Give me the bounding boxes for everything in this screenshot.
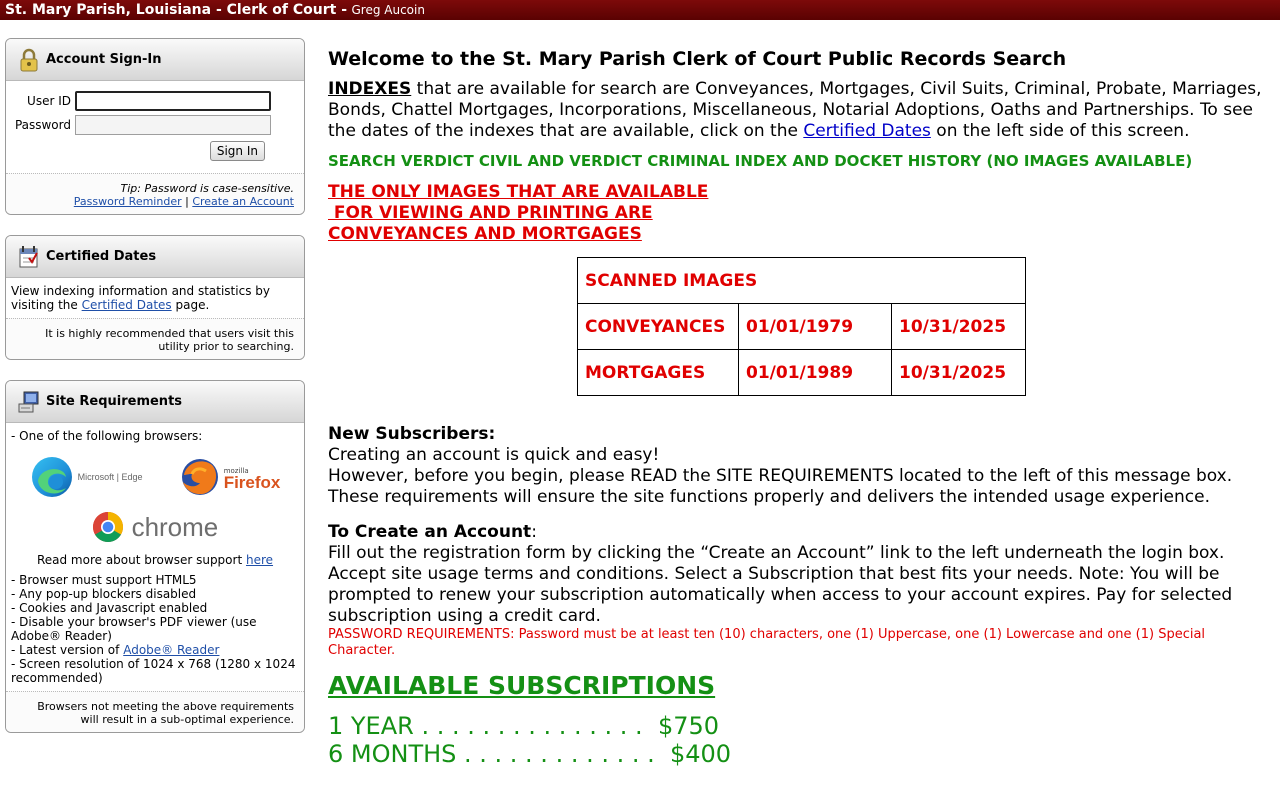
list-item: - Disable your browser's PDF viewer (use… [11, 615, 257, 643]
user-id-input[interactable] [75, 91, 271, 111]
list-item: - Cookies and Javascript enabled [11, 601, 208, 615]
list-item: - Latest version of Adobe® Reader [11, 643, 299, 657]
images-notice-line: THE ONLY IMAGES THAT ARE AVAILABLE [328, 182, 709, 202]
requirements-panel-body: - One of the following browsers: Microso [6, 423, 304, 691]
firefox-logo: mozilla Firefox [180, 457, 281, 497]
table-cell: 10/31/2025 [891, 349, 1026, 396]
password-tip: Tip: Password is case-sensitive. [120, 182, 294, 195]
chrome-label: chrome [131, 512, 219, 542]
browser-support-line: Read more about browser support here [11, 553, 299, 567]
certified-panel-body: View indexing information and statistics… [6, 278, 304, 318]
browser-support-here-link[interactable]: here [246, 553, 273, 567]
page-title: Welcome to the St. Mary Parish Clerk of … [328, 48, 1067, 70]
chrome-icon [92, 512, 123, 543]
certified-dates-panel: Certified Dates View indexing informatio… [5, 235, 305, 360]
table-header-row: SCANNED IMAGES [577, 257, 1026, 304]
sign-in-button[interactable]: Sign In [209, 141, 265, 161]
table-cell: CONVEYANCES [577, 303, 739, 350]
requirements-list: - Browser must support HTML5 - Any pop-u… [11, 573, 299, 685]
table-cell: 10/31/2025 [891, 303, 1026, 350]
table-cell: 01/01/1979 [738, 303, 892, 350]
indexes-paragraph: INDEXES that are available for search ar… [328, 79, 1273, 142]
verdict-notice: SEARCH VERDICT CIVIL AND VERDICT CRIMINA… [328, 152, 1193, 170]
calendar-icon [18, 245, 40, 269]
list-item: - Browser must support HTML5 [11, 573, 197, 587]
signin-button-wrap: Sign In [11, 141, 299, 167]
firefox-wordmark: mozilla Firefox [223, 465, 281, 492]
table-cell: 01/01/1989 [738, 349, 892, 396]
chrome-logo: chrome [11, 511, 299, 543]
browser-logos: Microsoft | Edge mozilla Firefox [11, 455, 299, 499]
browsers-intro: - One of the following browsers: [11, 429, 203, 443]
user-id-row: User ID [11, 89, 299, 113]
create-account-colon: : [531, 522, 537, 542]
adobe-reader-link[interactable]: Adobe® Reader [123, 643, 219, 657]
new-subscribers-heading: New Subscribers: [328, 424, 496, 444]
user-id-label: User ID [27, 94, 71, 108]
new-subscribers-line: Creating an account is quick and easy! [328, 445, 660, 465]
images-notice-line: FOR VIEWING AND PRINTING ARE [328, 203, 653, 223]
sidebar: Account Sign-In User ID Password Sign In… [5, 38, 305, 753]
certified-panel-title: Certified Dates [46, 249, 157, 264]
indexes-tail: on the left side of this screen. [930, 121, 1190, 141]
signin-form: User ID Password Sign In [6, 81, 304, 173]
requirements-panel-header: Site Requirements [6, 381, 304, 423]
scanned-images-table: SCANNED IMAGES CONVEYANCES 01/01/1979 10… [577, 257, 1026, 396]
create-account-text: Fill out the registration form by clicki… [328, 543, 1233, 626]
signin-panel-header: Account Sign-In [6, 39, 304, 81]
certified-text-after: page. [175, 298, 210, 312]
certified-panel-footer: It is highly recommended that users visi… [6, 318, 304, 359]
requirements-panel-title: Site Requirements [46, 394, 183, 409]
certified-dates-main-link[interactable]: Certified Dates [803, 121, 931, 141]
read-more-text: Read more about browser support [36, 553, 243, 567]
list-item: - Any pop-up blockers disabled [11, 587, 197, 601]
indexes-word: INDEXES [328, 79, 412, 99]
create-account-link[interactable]: Create an Account [192, 195, 294, 208]
firefox-label: Firefox [223, 472, 281, 492]
table-header: SCANNED IMAGES [577, 257, 1026, 304]
signin-panel-footer: Tip: Password is case-sensitive. Passwor… [6, 173, 304, 214]
create-account-heading-line: To Create an Account: [328, 522, 1273, 543]
requirements-panel-footer: Browsers not meeting the above requireme… [6, 691, 304, 732]
edge-logo: Microsoft | Edge [30, 455, 143, 499]
certified-panel-header: Certified Dates [6, 236, 304, 278]
table-cell: MORTGAGES [577, 349, 739, 396]
table-row: CONVEYANCES 01/01/1979 10/31/2025 [577, 303, 1026, 350]
password-reminder-link[interactable]: Password Reminder [74, 195, 182, 208]
password-input[interactable] [75, 115, 271, 135]
edge-label: Microsoft | Edge [77, 472, 143, 482]
subscription-price: 6 MONTHS . . . . . . . . . . . . . $400 [328, 740, 732, 768]
latest-version-text: - Latest version of [11, 643, 120, 657]
subscription-price: 1 YEAR . . . . . . . . . . . . . . . $75… [328, 712, 720, 740]
images-notice-line: CONVEYANCES AND MORTGAGES [328, 224, 642, 244]
edge-icon [31, 457, 72, 497]
padlock-icon [18, 48, 40, 72]
list-item: - Screen resolution of 1024 x 768 (1280 … [11, 657, 296, 685]
images-notice: THE ONLY IMAGES THAT ARE AVAILABLE FOR V… [328, 182, 1273, 245]
site-title: St. Mary Parish, Louisiana - Clerk of Co… [5, 2, 348, 18]
site-requirements-panel: Site Requirements - One of the following… [5, 380, 305, 733]
computer-icon [18, 390, 40, 414]
password-row: Password [11, 113, 299, 137]
table-row: MORTGAGES 01/01/1989 10/31/2025 [577, 349, 1026, 396]
certified-dates-link[interactable]: Certified Dates [82, 298, 172, 312]
firefox-icon [181, 459, 218, 495]
available-subscriptions-heading: AVAILABLE SUBSCRIPTIONS [328, 671, 716, 700]
signin-panel: Account Sign-In User ID Password Sign In… [5, 38, 305, 215]
clerk-name: Greg Aucoin [351, 3, 425, 17]
signin-panel-title: Account Sign-In [46, 52, 162, 67]
password-requirements: PASSWORD REQUIREMENTS: Password must be … [328, 627, 1206, 658]
link-separator: | [185, 195, 189, 208]
new-subscribers-line: However, before you begin, please READ t… [328, 466, 1233, 507]
top-banner: St. Mary Parish, Louisiana - Clerk of Co… [0, 0, 1280, 20]
password-label: Password [14, 118, 71, 132]
main-content: Welcome to the St. Mary Parish Clerk of … [328, 48, 1273, 768]
create-account-heading: To Create an Account [328, 522, 532, 542]
